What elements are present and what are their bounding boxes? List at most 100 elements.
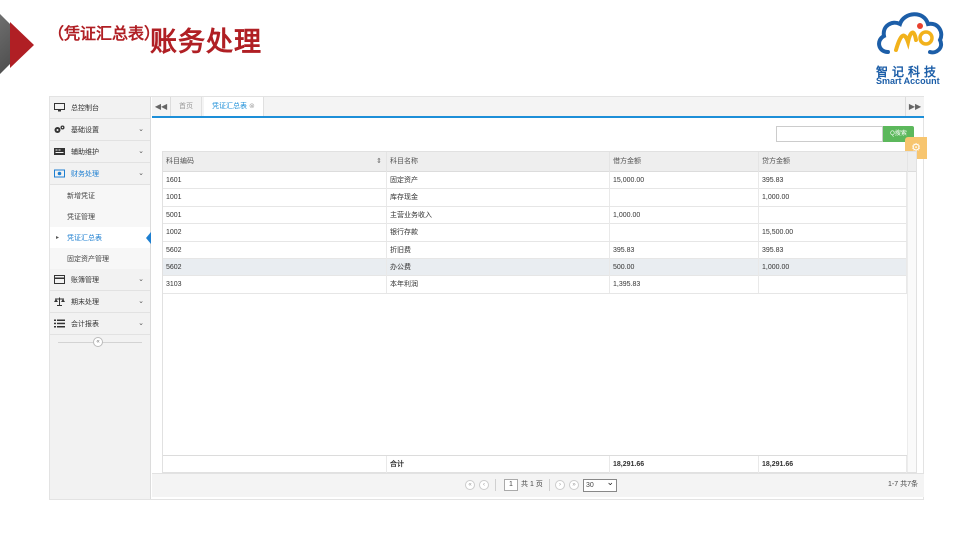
tab-scroll-right-icon[interactable]: ▶▶ — [905, 97, 924, 116]
sidebar-collapse-row: « — [50, 335, 150, 349]
sidebar-item-label: 基础设置 — [71, 126, 99, 134]
tab-label: 凭证汇总表 — [212, 103, 247, 110]
total-label: 合计 — [387, 456, 610, 473]
table-header: 科目编码 ⇕ 科目名称 借方金额 贷方金额 — [163, 152, 916, 172]
table-row[interactable]: 5602 办公费 500.00 1,000.00 — [163, 258, 907, 277]
tab-bar: ◀◀ 首页 凭证汇总表 ⊗ ▶▶ — [152, 97, 924, 118]
cloud-logo-icon — [877, 12, 944, 55]
logo-en-text: Smart Account — [876, 76, 940, 86]
app-window: 总控制台 基础设置 ⌄ 辅助维护 ⌄ 财务处理 ⌄ 新增凭证 凭证管理 ▸ 凭证… — [49, 96, 927, 500]
cell-debit — [610, 224, 759, 242]
chevron-down-icon: ⌄ — [138, 170, 144, 177]
page-number-input[interactable]: 1 — [504, 479, 518, 491]
sort-icon[interactable]: ⇕ — [376, 152, 382, 172]
search-input[interactable] — [776, 126, 883, 142]
pager-divider — [495, 479, 496, 491]
pager-divider — [549, 479, 550, 491]
last-page-icon[interactable]: » — [569, 480, 579, 490]
sidebar-subitem-new-voucher[interactable]: 新增凭证 — [50, 185, 150, 206]
cell-code: 3103 — [163, 276, 387, 294]
sidebar-subitem-fixed-assets[interactable]: 固定资产管理 — [50, 248, 150, 269]
first-page-icon[interactable]: « — [465, 480, 475, 490]
money-icon — [54, 169, 65, 178]
cell-debit: 15,000.00 — [610, 172, 759, 189]
table-row[interactable]: 5602 折旧费 395.83 395.83 — [163, 241, 907, 259]
cell-debit: 395.83 — [610, 241, 759, 259]
table-total-row: 合计 18,291.66 18,291.66 — [163, 455, 907, 473]
page-title-sub: （凭证汇总表） — [48, 24, 161, 43]
sidebar-item-dashboard[interactable]: 总控制台 — [50, 97, 150, 119]
table-row[interactable]: 3103 本年利润 1,395.83 — [163, 276, 907, 294]
column-header-credit[interactable]: 贷方金额 — [759, 152, 908, 172]
sidebar-item-aux-maintenance[interactable]: 辅助维护 ⌄ — [50, 141, 150, 163]
sidebar-subitem-label: 新增凭证 — [67, 192, 95, 200]
column-header-code[interactable]: 科目编码 ⇕ — [163, 152, 387, 172]
column-header-name[interactable]: 科目名称 — [387, 152, 610, 172]
close-icon[interactable]: ⊗ — [249, 103, 255, 110]
prev-page-icon[interactable]: ‹ — [479, 480, 489, 490]
sidebar-subitem-voucher-management[interactable]: 凭证管理 — [50, 206, 150, 227]
monitor-icon — [54, 103, 65, 112]
chevron-down-icon: ⌄ — [138, 298, 144, 305]
list-icon — [54, 319, 65, 328]
cell-name: 主营业务收入 — [387, 206, 610, 224]
table-row[interactable]: 5001 主营业务收入 1,000.00 — [163, 206, 907, 225]
table-row[interactable]: 1002 银行存款 15,500.00 — [163, 224, 907, 242]
sidebar-item-ledger[interactable]: 账簿管理 ⌄ — [50, 269, 150, 291]
total-credit: 18,291.66 — [759, 456, 907, 473]
chevron-down-icon: ⌄ — [138, 320, 144, 327]
sidebar-subitem-voucher-summary[interactable]: 凭证汇总表 — [50, 227, 151, 248]
pagination-bar: « ‹ 1 共 1 页 › » 30 1-7 共7条 — [152, 473, 924, 497]
gears-icon — [54, 125, 65, 134]
record-count-text: 1-7 共7条 — [888, 481, 918, 488]
sidebar-item-reports[interactable]: 会计报表 ⌄ — [50, 313, 150, 335]
sidebar-item-label: 辅助维护 — [71, 148, 99, 156]
table-row[interactable]: 1001 库存现金 1,000.00 — [163, 189, 907, 207]
cell-code: 5001 — [163, 206, 387, 224]
cell-credit: 1,000.00 — [759, 258, 907, 276]
page-size-select[interactable]: 30 — [583, 477, 617, 492]
sidebar-subitem-label: 凭证管理 — [67, 213, 95, 221]
cell-name: 办公费 — [387, 258, 610, 276]
cell-credit: 395.83 — [759, 172, 907, 189]
chevron-down-icon: ⌄ — [138, 148, 144, 155]
cell-code: 5602 — [163, 241, 387, 259]
cell-name: 银行存款 — [387, 224, 610, 242]
table-row[interactable]: 1601 固定资产 15,000.00 395.83 — [163, 172, 907, 190]
column-header-debit[interactable]: 借方金额 — [610, 152, 759, 172]
cell-debit — [610, 189, 759, 207]
cell-name: 本年利润 — [387, 276, 610, 294]
tab-voucher-summary[interactable]: 凭证汇总表 ⊗ — [204, 97, 264, 116]
sidebar: 总控制台 基础设置 ⌄ 辅助维护 ⌄ 财务处理 ⌄ 新增凭证 凭证管理 ▸ 凭证… — [50, 97, 151, 499]
cell-name: 库存现金 — [387, 189, 610, 207]
sidebar-item-label: 财务处理 — [71, 170, 99, 178]
collapse-sidebar-button[interactable]: « — [93, 337, 103, 347]
tab-home[interactable]: 首页 — [171, 97, 202, 116]
sidebar-subitem-label: 固定资产管理 — [67, 255, 109, 263]
table-body: 1601 固定资产 15,000.00 395.83 1001 库存现金 1,000.00 5… — [163, 172, 907, 294]
cell-code: 5602 — [163, 258, 387, 276]
total-debit: 18,291.66 — [610, 456, 759, 473]
next-page-icon[interactable]: › — [555, 480, 565, 490]
cell-credit — [759, 276, 907, 294]
sidebar-item-label: 总控制台 — [71, 104, 99, 112]
header-arrow-mark — [10, 22, 34, 68]
sidebar-item-period-end[interactable]: 期末处理 ⌄ — [50, 291, 150, 313]
sidebar-item-label: 期末处理 — [71, 298, 99, 306]
balance-scale-icon — [54, 297, 65, 306]
sidebar-item-label: 账簿管理 — [71, 276, 99, 284]
sidebar-item-finance[interactable]: 财务处理 ⌄ — [50, 163, 150, 185]
tab-scroll-left-icon[interactable]: ◀◀ — [152, 97, 171, 116]
cell-code: 1601 — [163, 172, 387, 189]
cell-credit: 1,000.00 — [759, 189, 907, 207]
page-title: 账务处理 （凭证汇总表） — [48, 20, 261, 58]
sidebar-subitem-label: 凭证汇总表 — [67, 234, 102, 242]
ledger-icon — [54, 275, 65, 284]
sidebar-item-basic-settings[interactable]: 基础设置 ⌄ — [50, 119, 150, 141]
table-scrollbar[interactable] — [907, 172, 916, 472]
cell-code: 1001 — [163, 189, 387, 207]
company-logo: 智记科技 Smart Account — [872, 6, 948, 86]
sidebar-item-label: 会计报表 — [71, 320, 99, 328]
cell-code: 1002 — [163, 224, 387, 242]
cell-credit — [759, 206, 907, 224]
